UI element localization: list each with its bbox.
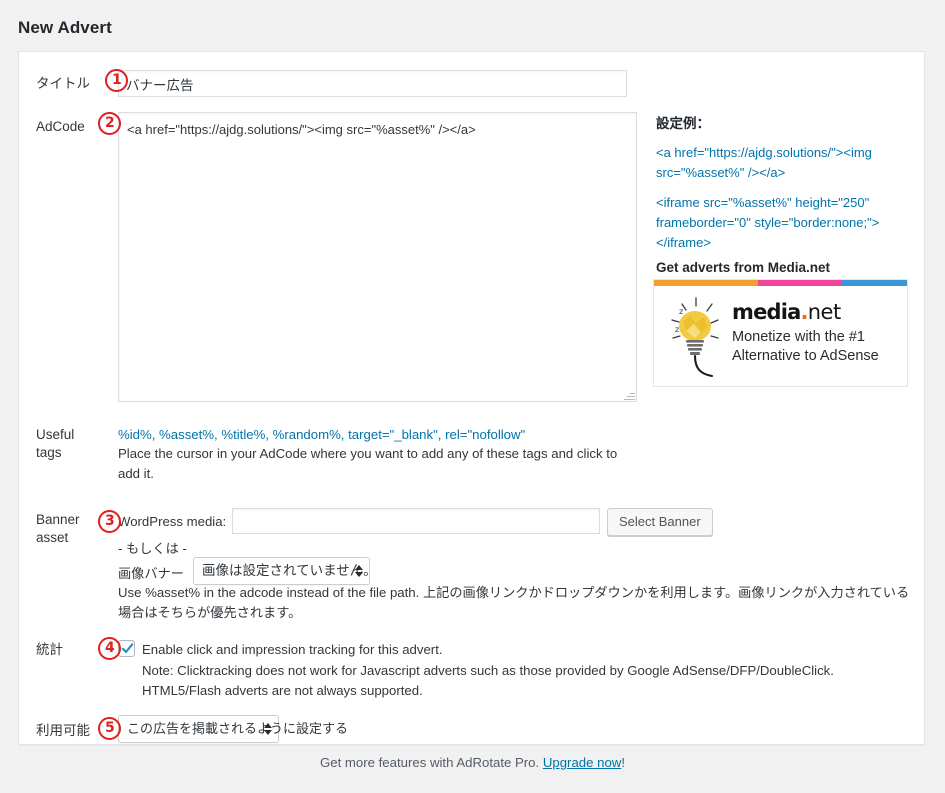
wordpress-media-label: WordPress media: — [118, 514, 227, 529]
checkmark-icon — [121, 643, 134, 654]
upgrade-now-link[interactable]: Upgrade now — [543, 755, 621, 770]
example-snippet-2: <iframe src="%asset%" height="250" frame… — [656, 193, 918, 253]
availability-select-value: この広告を掲載されるように設定する — [127, 721, 349, 736]
media-net-tagline-line2: Alternative to AdSense — [732, 348, 879, 364]
svg-text:z: z — [679, 307, 683, 316]
example-snippet-2-line1: <iframe src="%asset%" height="250" — [656, 195, 870, 210]
banner-asset-label-line1: Banner — [36, 512, 80, 527]
footer-upgrade-notice: Get more features with AdRotate Pro. Upg… — [0, 755, 945, 770]
media-net-logo-dot: . — [800, 300, 809, 324]
title-field-label: タイトル — [36, 76, 90, 91]
wordpress-media-input[interactable] — [232, 508, 600, 534]
example-snippet-2-line2: frameborder="0" style="border:none;"> — [656, 215, 880, 230]
image-banner-select-value: 画像は設定されていません。 — [202, 563, 377, 578]
media-net-tagline: Monetize with the #1 Alternative to AdSe… — [732, 328, 879, 366]
useful-tags-label-line2: tags — [36, 445, 62, 460]
media-net-logo-net: net — [807, 300, 841, 324]
tracking-note-line1: Note: Clicktracking does not work for Ja… — [142, 663, 834, 678]
media-net-logo: media.net — [732, 300, 841, 324]
availability-label: 利用可能 — [36, 723, 90, 738]
statistics-label: 統計 — [36, 642, 63, 657]
media-net-banner-body: z z media.net Monetize with the #1 Alter… — [654, 286, 907, 386]
tracking-note-line2: HTML5/Flash adverts are not always suppo… — [142, 683, 423, 698]
example-snippet-1-line1: <a href="https://ajdg.solutions/"><img — [656, 145, 872, 160]
banner-asset-help: Use %asset% in the adcode instead of the… — [118, 585, 910, 620]
media-net-logo-media: media — [732, 300, 801, 324]
media-net-heading: Get adverts from Media.net — [656, 260, 831, 275]
title-input[interactable] — [118, 70, 627, 97]
useful-tags-list[interactable]: %id%, %asset%, %title%, %random%, target… — [118, 425, 618, 445]
annotation-circle-4: 4 — [97, 636, 122, 661]
banner-asset-label-line2: asset — [36, 530, 69, 545]
page-title: New Advert — [18, 18, 112, 37]
example-snippet-1: <a href="https://ajdg.solutions/"><img s… — [656, 143, 918, 183]
footer-text-before: Get more features with AdRotate Pro. — [320, 755, 543, 770]
tracking-checkbox-label[interactable]: Enable click and impression tracking for… — [142, 640, 443, 660]
settings-example-heading: 設定例： — [656, 116, 710, 131]
media-net-tagline-line1: Monetize with the #1 — [732, 329, 865, 345]
example-snippet-2-line3: </iframe> — [656, 235, 711, 250]
footer-text-after: ! — [621, 755, 625, 770]
adcode-field-label: AdCode — [36, 119, 85, 134]
select-arrows-icon — [264, 723, 272, 735]
image-banner-select[interactable]: 画像は設定されていません。 — [193, 557, 377, 585]
select-banner-button[interactable]: Select Banner — [607, 508, 713, 536]
availability-select[interactable]: この広告を掲載されるように設定する — [118, 715, 348, 743]
lightbulb-icon: z z — [671, 297, 719, 378]
image-banner-label: 画像バナー — [118, 566, 184, 581]
media-net-banner-ad[interactable]: z z media.net Monetize with the #1 Alter… — [653, 279, 908, 387]
example-snippet-1-line2: src="%asset%" /></a> — [656, 165, 786, 180]
useful-tags-label-line1: Useful — [36, 427, 75, 442]
adrotate-new-advert-page: New Advert タイトル 1 AdCode 2 Useful tags %… — [0, 0, 945, 793]
useful-tags-help: Place the cursor in your AdCode where yo… — [118, 446, 618, 481]
select-arrows-icon — [355, 565, 363, 577]
svg-text:z: z — [675, 325, 679, 334]
advert-form-panel: タイトル 1 AdCode 2 Useful tags %id%, %asset… — [18, 51, 925, 745]
adcode-textarea[interactable] — [118, 112, 637, 402]
or-text: - もしくは - — [118, 541, 187, 556]
